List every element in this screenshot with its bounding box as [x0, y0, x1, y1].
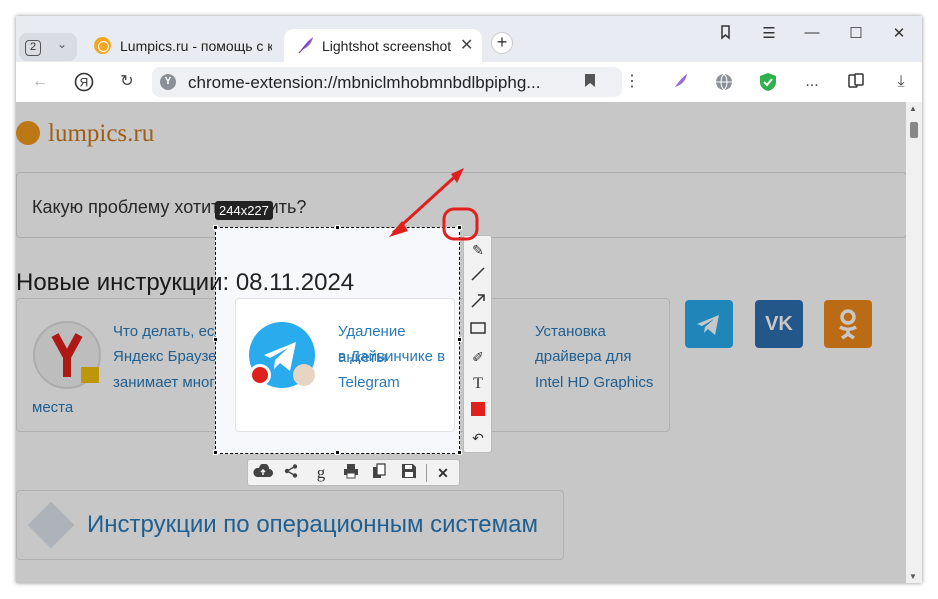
red-annotation-overlay — [389, 168, 479, 241]
browser-window: 2 ⌄ Lumpics.ru - помощь с компьютером Li… — [16, 16, 922, 583]
